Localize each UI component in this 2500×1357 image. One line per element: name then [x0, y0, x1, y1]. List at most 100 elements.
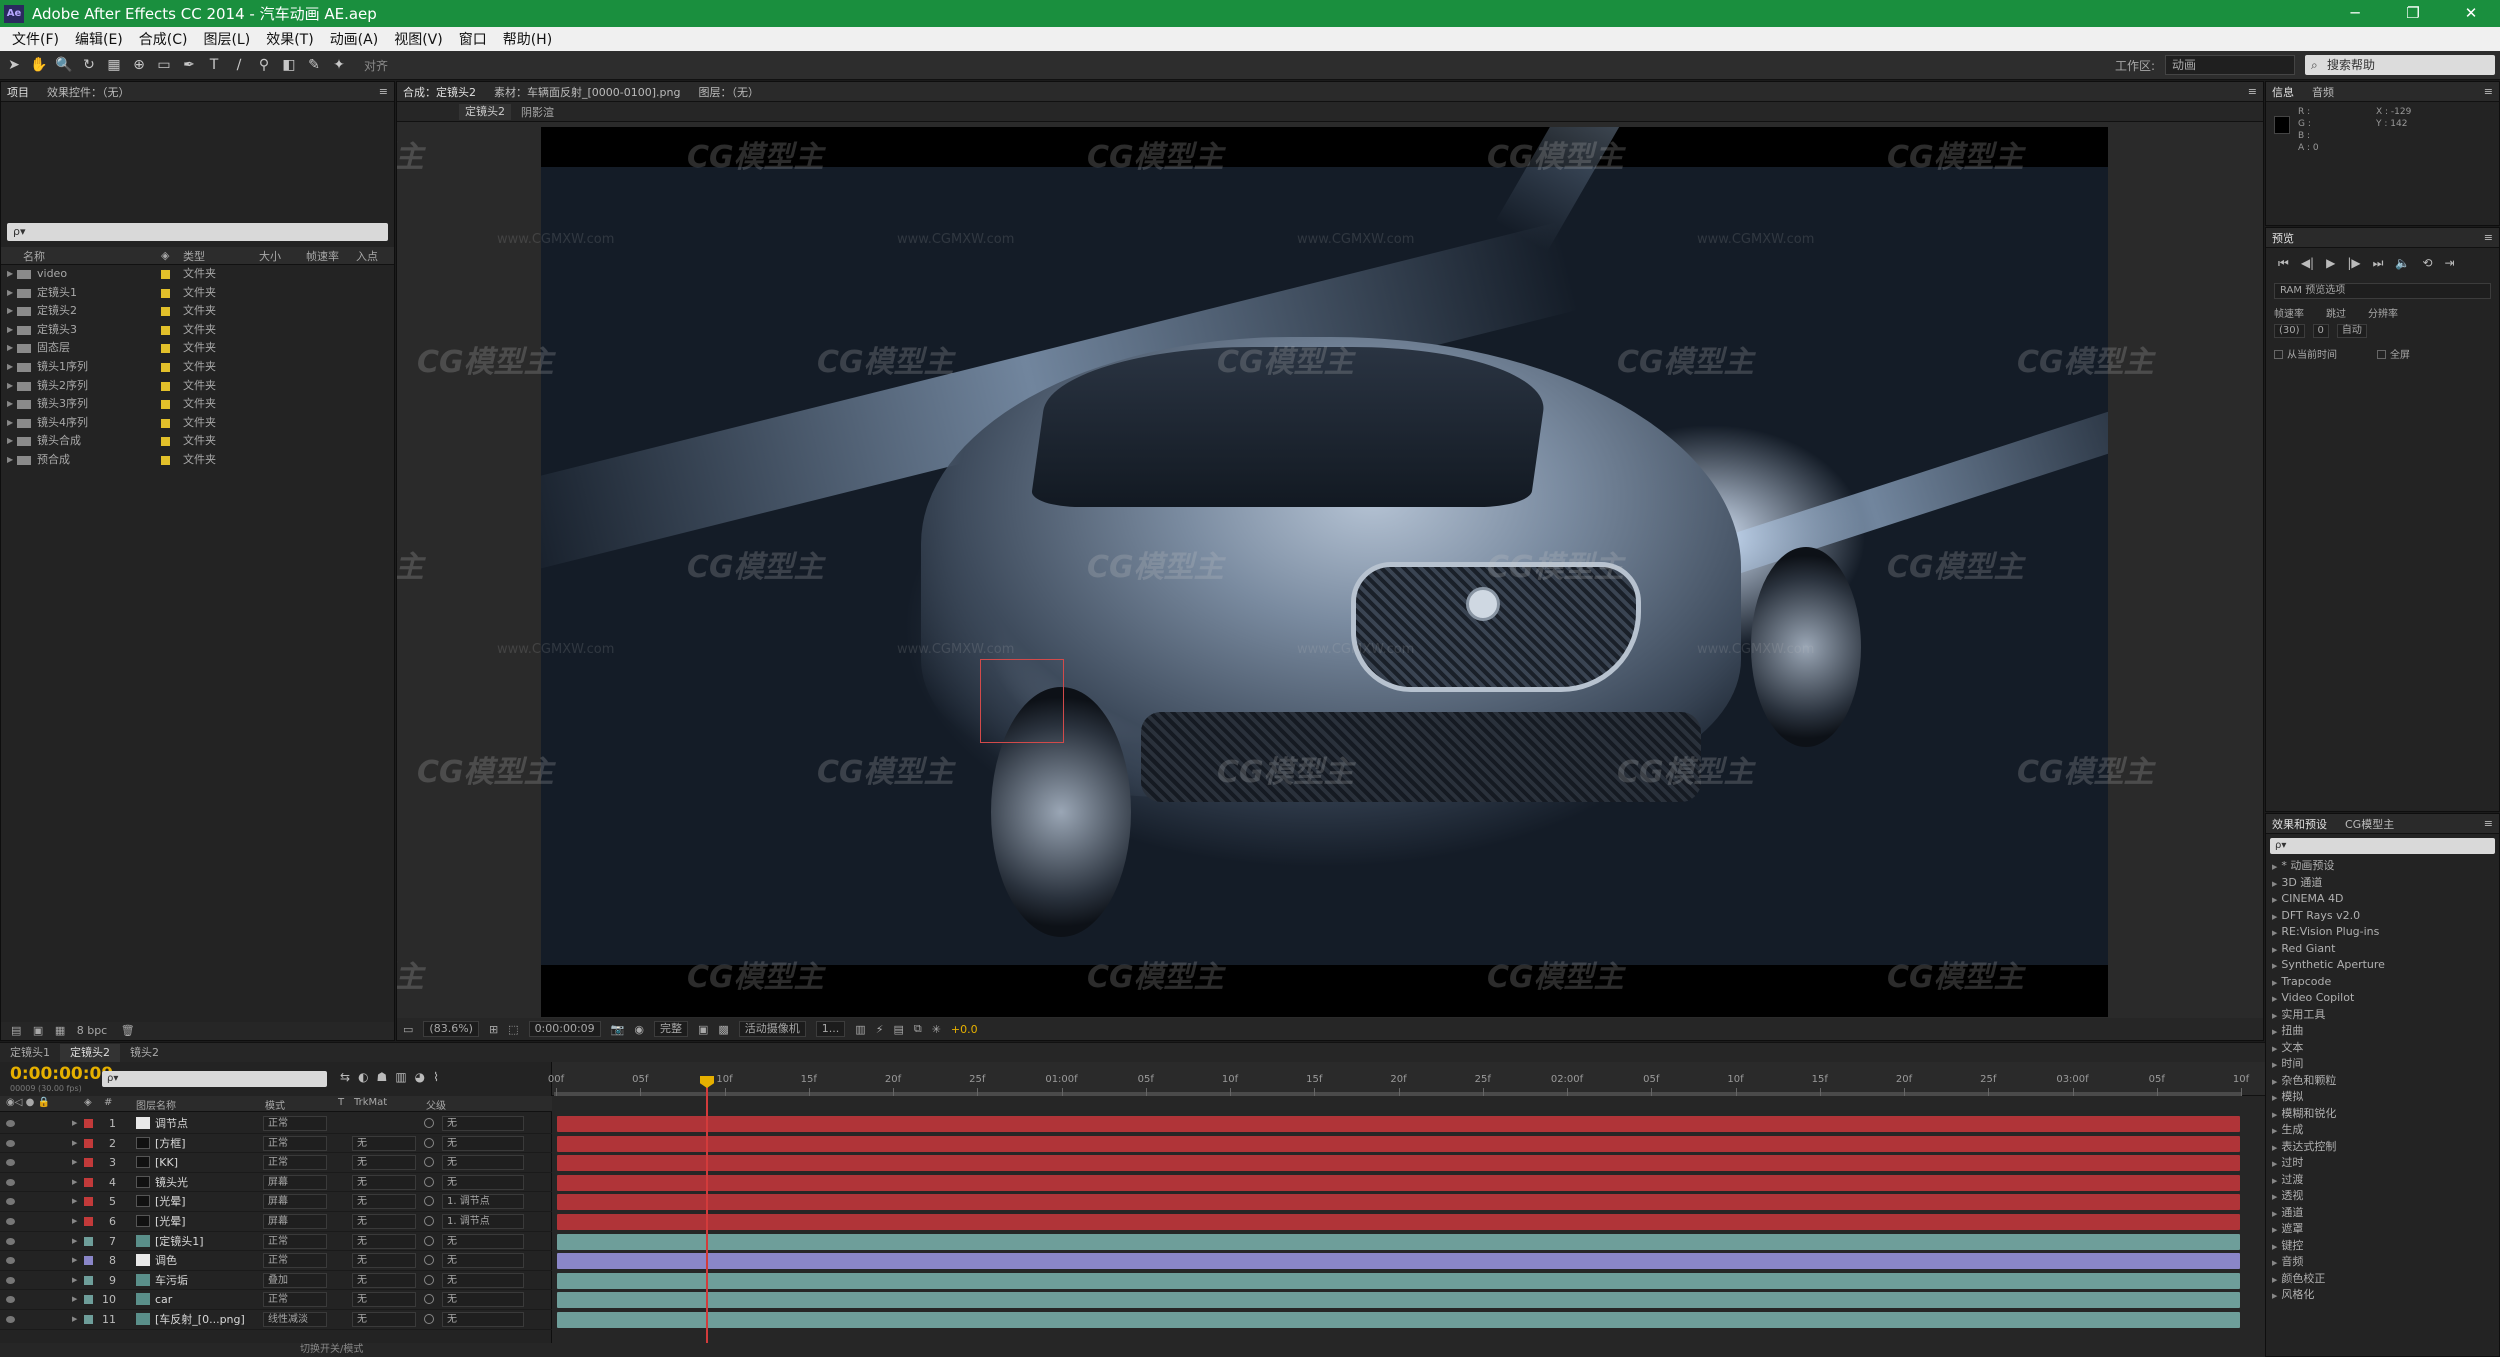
loop-icon[interactable]: ⟲ [2422, 256, 2432, 271]
eraser-tool-icon[interactable]: ◧ [278, 54, 300, 76]
project-item[interactable]: ▶ 定镜头1 文件夹 [1, 284, 394, 303]
parent-select[interactable]: 无 [442, 1312, 524, 1327]
rotate-tool-icon[interactable]: ↻ [78, 54, 100, 76]
layer-name[interactable]: 调色 [155, 1251, 177, 1270]
col-size[interactable]: 大小 [259, 248, 281, 264]
layer-row[interactable]: ▶ 2 [方框] 正常 无 无 [0, 1134, 552, 1154]
new-folder-icon[interactable]: ▣ [33, 1024, 43, 1037]
blend-mode-select[interactable]: 屏幕 [263, 1174, 327, 1190]
mute-icon[interactable]: 🔈 [2395, 256, 2410, 271]
pick-whip-icon[interactable] [424, 1118, 434, 1128]
camera-select[interactable]: 活动摄像机 [738, 1021, 806, 1037]
expand-icon[interactable]: ▶ [72, 1212, 77, 1231]
tab-effect-controls[interactable]: 效果控件：（无） [47, 84, 130, 100]
effect-category[interactable]: ▶ 3D 通道 [2266, 875, 2499, 892]
track-matte-select[interactable]: 无 [352, 1135, 416, 1151]
zoom-tool-icon[interactable]: 🔍 [53, 54, 75, 76]
layer-name[interactable]: [方框] [155, 1134, 186, 1153]
col-mode[interactable]: 模式 [265, 1097, 285, 1112]
bpc-toggle[interactable]: 8 bpc [77, 1024, 108, 1037]
project-item[interactable]: ▶ 镜头合成 文件夹 [1, 432, 394, 451]
trash-icon[interactable]: 🗑 [121, 1024, 135, 1037]
layer-name[interactable]: [定镜头1] [155, 1232, 204, 1251]
col-trkmat[interactable]: TrkMat [354, 1097, 387, 1108]
blend-mode-select[interactable]: 屏幕 [263, 1214, 327, 1229]
layer-name[interactable]: [光晕] [155, 1192, 186, 1211]
layer-row[interactable]: ▶ 7 [定镜头1] 正常 无 无 [0, 1232, 552, 1252]
parent-select[interactable]: 无 [442, 1155, 524, 1171]
tab-preview[interactable]: 预览 [2272, 230, 2294, 246]
parent-select[interactable]: 1. 调节点 [442, 1194, 524, 1210]
transparency-grid-icon[interactable]: ▩ [718, 1023, 728, 1036]
label-color[interactable] [84, 1295, 93, 1305]
pick-whip-icon[interactable] [424, 1274, 434, 1285]
effect-category[interactable]: ▶ 透视 [2266, 1188, 2499, 1205]
label-color[interactable] [84, 1217, 93, 1226]
layer-row[interactable]: ▶ 1 调节点 正常 无 [0, 1114, 552, 1134]
layer-duration-bar[interactable] [557, 1233, 2240, 1250]
track-matte-select[interactable]: 无 [352, 1174, 416, 1190]
tab-cg[interactable]: CG模型主 [2345, 816, 2394, 832]
view-layout-select[interactable]: 1... [815, 1021, 846, 1037]
project-item[interactable]: ▶ 预合成 文件夹 [1, 451, 394, 470]
track-matte-select[interactable]: 无 [352, 1214, 416, 1229]
effect-category[interactable]: ▶ 键控 [2266, 1238, 2499, 1255]
effect-category[interactable]: ▶ 风格化 [2266, 1287, 2499, 1304]
preview-resolution-select[interactable]: 自动 [2336, 324, 2367, 338]
effect-category[interactable]: ▶ 实用工具 [2266, 1007, 2499, 1024]
type-tool-icon[interactable]: T [203, 54, 225, 76]
tab-effects-presets[interactable]: 效果和预设 [2272, 816, 2327, 832]
eye-icon[interactable] [6, 1139, 15, 1147]
parent-select[interactable]: 无 [442, 1253, 524, 1269]
effect-category[interactable]: ▶ Trapcode [2266, 974, 2499, 991]
effect-category[interactable]: ▶ Video Copilot [2266, 990, 2499, 1007]
project-item[interactable]: ▶ 定镜头2 文件夹 [1, 302, 394, 321]
breadcrumb-comp[interactable]: 定镜头2 [459, 103, 511, 120]
effect-category[interactable]: ▶ 模拟 [2266, 1089, 2499, 1106]
panel-menu-icon[interactable]: ≡ [2248, 85, 2257, 98]
expand-icon[interactable]: ▶ [72, 1232, 77, 1251]
label-color[interactable] [84, 1256, 93, 1266]
layer-duration-bar[interactable] [557, 1292, 2240, 1309]
pick-whip-icon[interactable] [424, 1176, 434, 1187]
tab-project[interactable]: 项目 [7, 84, 29, 100]
layer-row[interactable]: ▶ 4 镜头光 屏幕 无 无 [0, 1173, 552, 1193]
layer-duration-bar[interactable] [557, 1174, 2240, 1191]
selection-box[interactable] [980, 659, 1064, 743]
pen-tool-icon[interactable]: ✒ [178, 54, 200, 76]
parent-select[interactable]: 无 [442, 1116, 524, 1131]
parent-select[interactable]: 无 [442, 1233, 524, 1249]
expand-icon[interactable]: ▶ [72, 1251, 77, 1270]
effect-category[interactable]: ▶ * 动画预设 [2266, 858, 2499, 875]
menu-effect[interactable]: 效果(T) [258, 29, 321, 49]
tab-timeline-1[interactable]: 定镜头1 [0, 1044, 60, 1062]
track-matte-select[interactable]: 无 [352, 1292, 416, 1308]
effect-category[interactable]: ▶ 通道 [2266, 1205, 2499, 1222]
zoom-select[interactable]: (83.6%) [423, 1021, 479, 1037]
col-layer-name[interactable]: 图层名称 [136, 1097, 176, 1112]
mask-visibility-icon[interactable]: ⬚ [508, 1023, 518, 1036]
panel-menu-icon[interactable]: ≡ [379, 85, 388, 98]
effect-category[interactable]: ▶ 表达式控制 [2266, 1139, 2499, 1156]
effect-category[interactable]: ▶ 过时 [2266, 1155, 2499, 1172]
effect-category[interactable]: ▶ 扭曲 [2266, 1023, 2499, 1040]
col-type[interactable]: 类型 [183, 248, 205, 264]
graph-editor-icon[interactable]: ⌇ [433, 1070, 439, 1084]
expand-icon[interactable]: ▶ [72, 1153, 77, 1172]
eye-icon[interactable] [6, 1198, 15, 1206]
comp-viewer[interactable]: CG模型主 CG模型主 CG模型主 CG模型主 CG模型主 CG模型主 CG模型… [397, 122, 2263, 1018]
workspace-select[interactable]: 动画 [2165, 55, 2295, 75]
from-current-time-checkbox[interactable]: 从当前时间 [2274, 346, 2337, 361]
blend-mode-select[interactable]: 正常 [263, 1253, 327, 1269]
eye-icon[interactable] [6, 1218, 15, 1225]
timeline-search-input[interactable]: ρ▾ [102, 1071, 327, 1087]
snapshot-icon[interactable]: 📷 [611, 1023, 625, 1036]
brush-tool-icon[interactable]: ∕ [228, 54, 250, 76]
tab-info[interactable]: 信息 [2272, 84, 2294, 100]
effect-category[interactable]: ▶ 时间 [2266, 1056, 2499, 1073]
parent-select[interactable]: 无 [442, 1292, 524, 1308]
track-matte-select[interactable]: 无 [352, 1233, 416, 1249]
layer-duration-bar[interactable] [557, 1272, 2240, 1289]
close-button[interactable]: ✕ [2442, 0, 2500, 27]
preview-skip-field[interactable]: 0 [2312, 324, 2329, 338]
